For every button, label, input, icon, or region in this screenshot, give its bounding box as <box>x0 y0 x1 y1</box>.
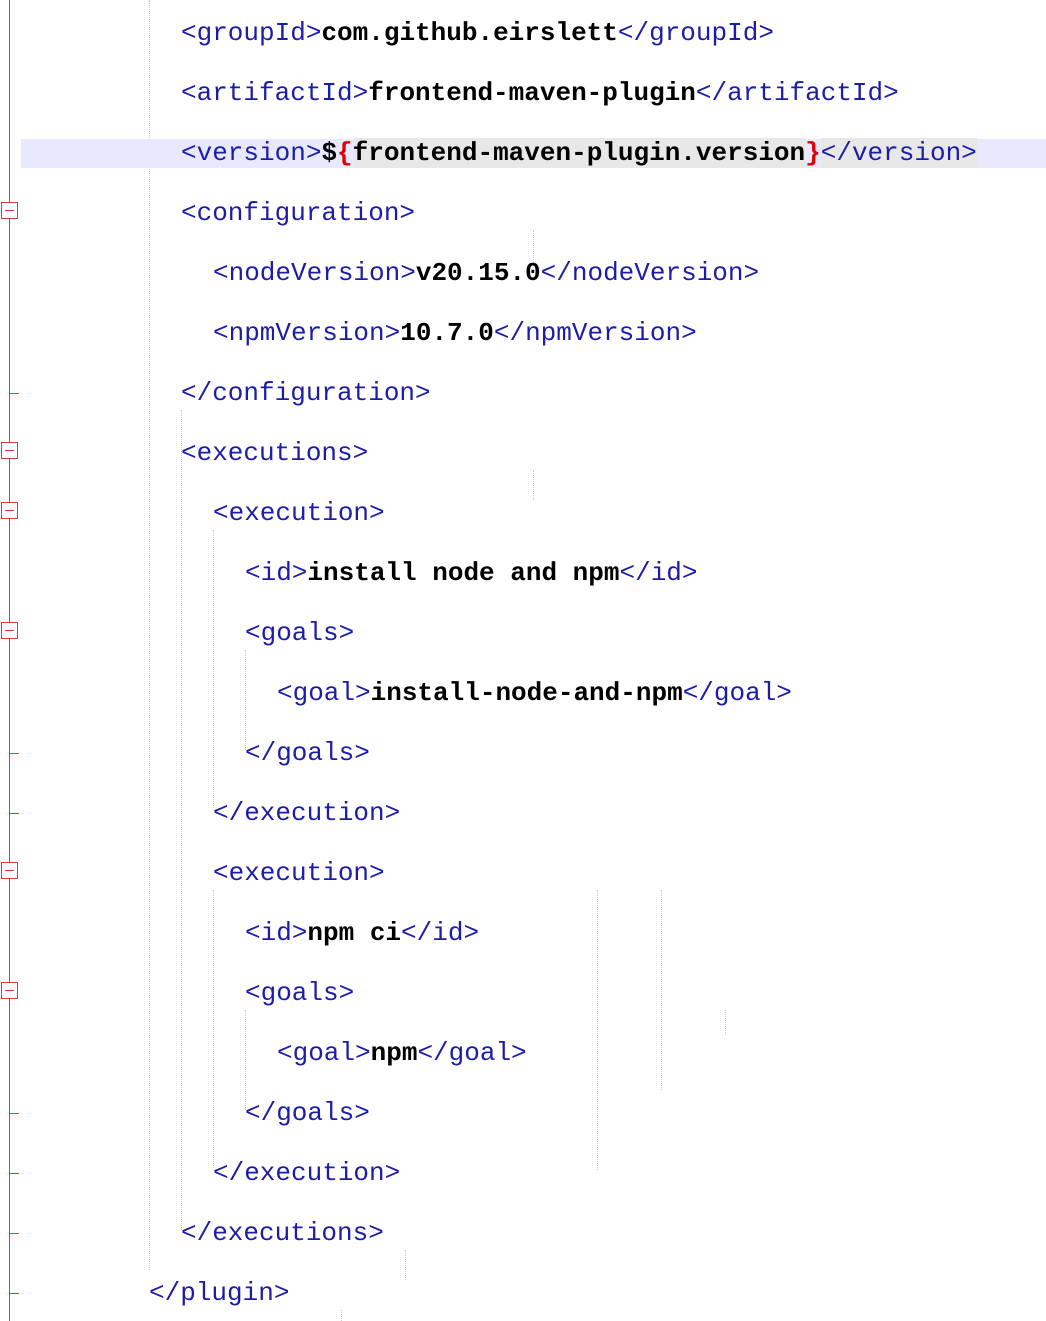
fold-end-marker <box>9 1113 19 1114</box>
xml-value: npm ci <box>307 918 402 948</box>
code-line[interactable]: <goals> <box>21 962 1046 1022</box>
xml-close-tag: </plugin> <box>149 1278 290 1308</box>
code-line[interactable]: <groupId>com.github.eirslett</groupId> <box>21 2 1046 62</box>
xml-value: install-node-and-npm <box>370 678 683 708</box>
xml-close-tag: </executions> <box>181 1218 384 1248</box>
xml-value: v20.15.0 <box>415 258 541 288</box>
xml-open-tag: <goals> <box>245 618 355 648</box>
xml-open-tag: <artifactId> <box>181 78 369 108</box>
code-editor[interactable]: <groupId>com.github.eirslett</groupId> <… <box>0 0 1046 1321</box>
code-line[interactable]: </executions> <box>21 1202 1046 1262</box>
xml-value: com.github.eirslett <box>321 18 618 48</box>
code-line[interactable]: </goals> <box>21 1082 1046 1142</box>
fold-toggle-execution-2-icon[interactable] <box>1 862 18 879</box>
code-line[interactable]: <npmVersion>10.7.0</npmVersion> <box>21 302 1046 362</box>
xml-close-tag: </artifactId> <box>695 78 899 108</box>
xml-open-tag: <id> <box>245 558 308 588</box>
fold-end-marker <box>9 393 19 394</box>
fold-toggle-goals-1-icon[interactable] <box>1 622 18 639</box>
xml-close-tag: </goal> <box>417 1038 527 1068</box>
code-line[interactable]: <goals> <box>21 602 1046 662</box>
xml-value: npm <box>370 1038 418 1068</box>
matching-brace-close: } <box>805 138 821 168</box>
xml-close-tag: </execution> <box>213 1158 401 1188</box>
xml-open-tag: <goal> <box>277 678 371 708</box>
fold-end-marker <box>9 1293 19 1294</box>
xml-value: install node and npm <box>307 558 620 588</box>
fold-toggle-execution-1-icon[interactable] <box>1 502 18 519</box>
xml-open-tag: <configuration> <box>181 198 416 228</box>
xml-close-tag: </groupId> <box>617 18 774 48</box>
code-line[interactable]: </configuration> <box>21 362 1046 422</box>
xml-close-tag: </nodeVersion> <box>540 258 760 288</box>
xml-close-tag: </goal> <box>682 678 792 708</box>
fold-end-marker <box>9 1233 19 1234</box>
xml-close-tag: </id> <box>401 918 480 948</box>
fold-margin-line <box>9 0 10 1321</box>
xml-close-tag: </goals> <box>245 1098 370 1128</box>
code-line[interactable]: <goal>install-node-and-npm</goal> <box>21 662 1046 722</box>
xml-open-tag: <goals> <box>245 978 355 1008</box>
code-line[interactable]: <nodeVersion>v20.15.0</nodeVersion> <box>21 242 1046 302</box>
xml-open-tag: <nodeVersion> <box>213 258 416 288</box>
fold-toggle-configuration-icon[interactable] <box>1 202 18 219</box>
property-reference: frontend-maven-plugin.version <box>352 138 806 168</box>
xml-open-tag: <goal> <box>277 1038 371 1068</box>
code-line[interactable]: <id>npm ci</id> <box>21 902 1046 962</box>
fold-toggle-goals-2-icon[interactable] <box>1 982 18 999</box>
xml-value: 10.7.0 <box>400 318 494 348</box>
code-line[interactable]: <goal>npm</goal> <box>21 1022 1046 1082</box>
xml-open-tag: <id> <box>245 918 308 948</box>
code-line[interactable]: </goals> <box>21 722 1046 782</box>
fold-end-marker <box>9 813 19 814</box>
fold-end-marker <box>9 753 19 754</box>
fold-end-marker <box>9 1173 19 1174</box>
xml-value: frontend-maven-plugin <box>368 78 696 108</box>
code-line[interactable]: <execution> <box>21 482 1046 542</box>
xml-close-tag: </id> <box>619 558 698 588</box>
xml-open-tag: <version> <box>181 138 322 168</box>
code-line-current[interactable]: <version>${frontend-maven-plugin.version… <box>21 122 1046 182</box>
xml-open-tag: <executions> <box>181 438 369 468</box>
code-line[interactable]: <configuration> <box>21 182 1046 242</box>
matching-brace-open: { <box>337 138 353 168</box>
xml-close-tag: </npmVersion> <box>493 318 697 348</box>
code-line[interactable]: </execution> <box>21 1142 1046 1202</box>
xml-close-tag: </version> <box>820 138 977 168</box>
code-line[interactable]: <id>install node and npm</id> <box>21 542 1046 602</box>
xml-close-tag: </goals> <box>245 738 370 768</box>
code-line[interactable]: <execution> <box>21 842 1046 902</box>
code-line[interactable]: <artifactId>frontend-maven-plugin</artif… <box>21 62 1046 122</box>
code-line[interactable]: <executions> <box>21 422 1046 482</box>
xml-open-tag: <execution> <box>213 858 385 888</box>
fold-margin <box>0 0 21 1321</box>
xml-open-tag: <groupId> <box>181 18 322 48</box>
code-line[interactable]: </plugin> <box>21 1262 1046 1321</box>
xml-open-tag: <npmVersion> <box>213 318 401 348</box>
xml-open-tag: <execution> <box>213 498 385 528</box>
xml-close-tag: </execution> <box>213 798 401 828</box>
property-sigil: $ <box>321 138 338 168</box>
code-line[interactable]: </execution> <box>21 782 1046 842</box>
xml-close-tag: </configuration> <box>181 378 431 408</box>
fold-toggle-executions-icon[interactable] <box>1 442 18 459</box>
